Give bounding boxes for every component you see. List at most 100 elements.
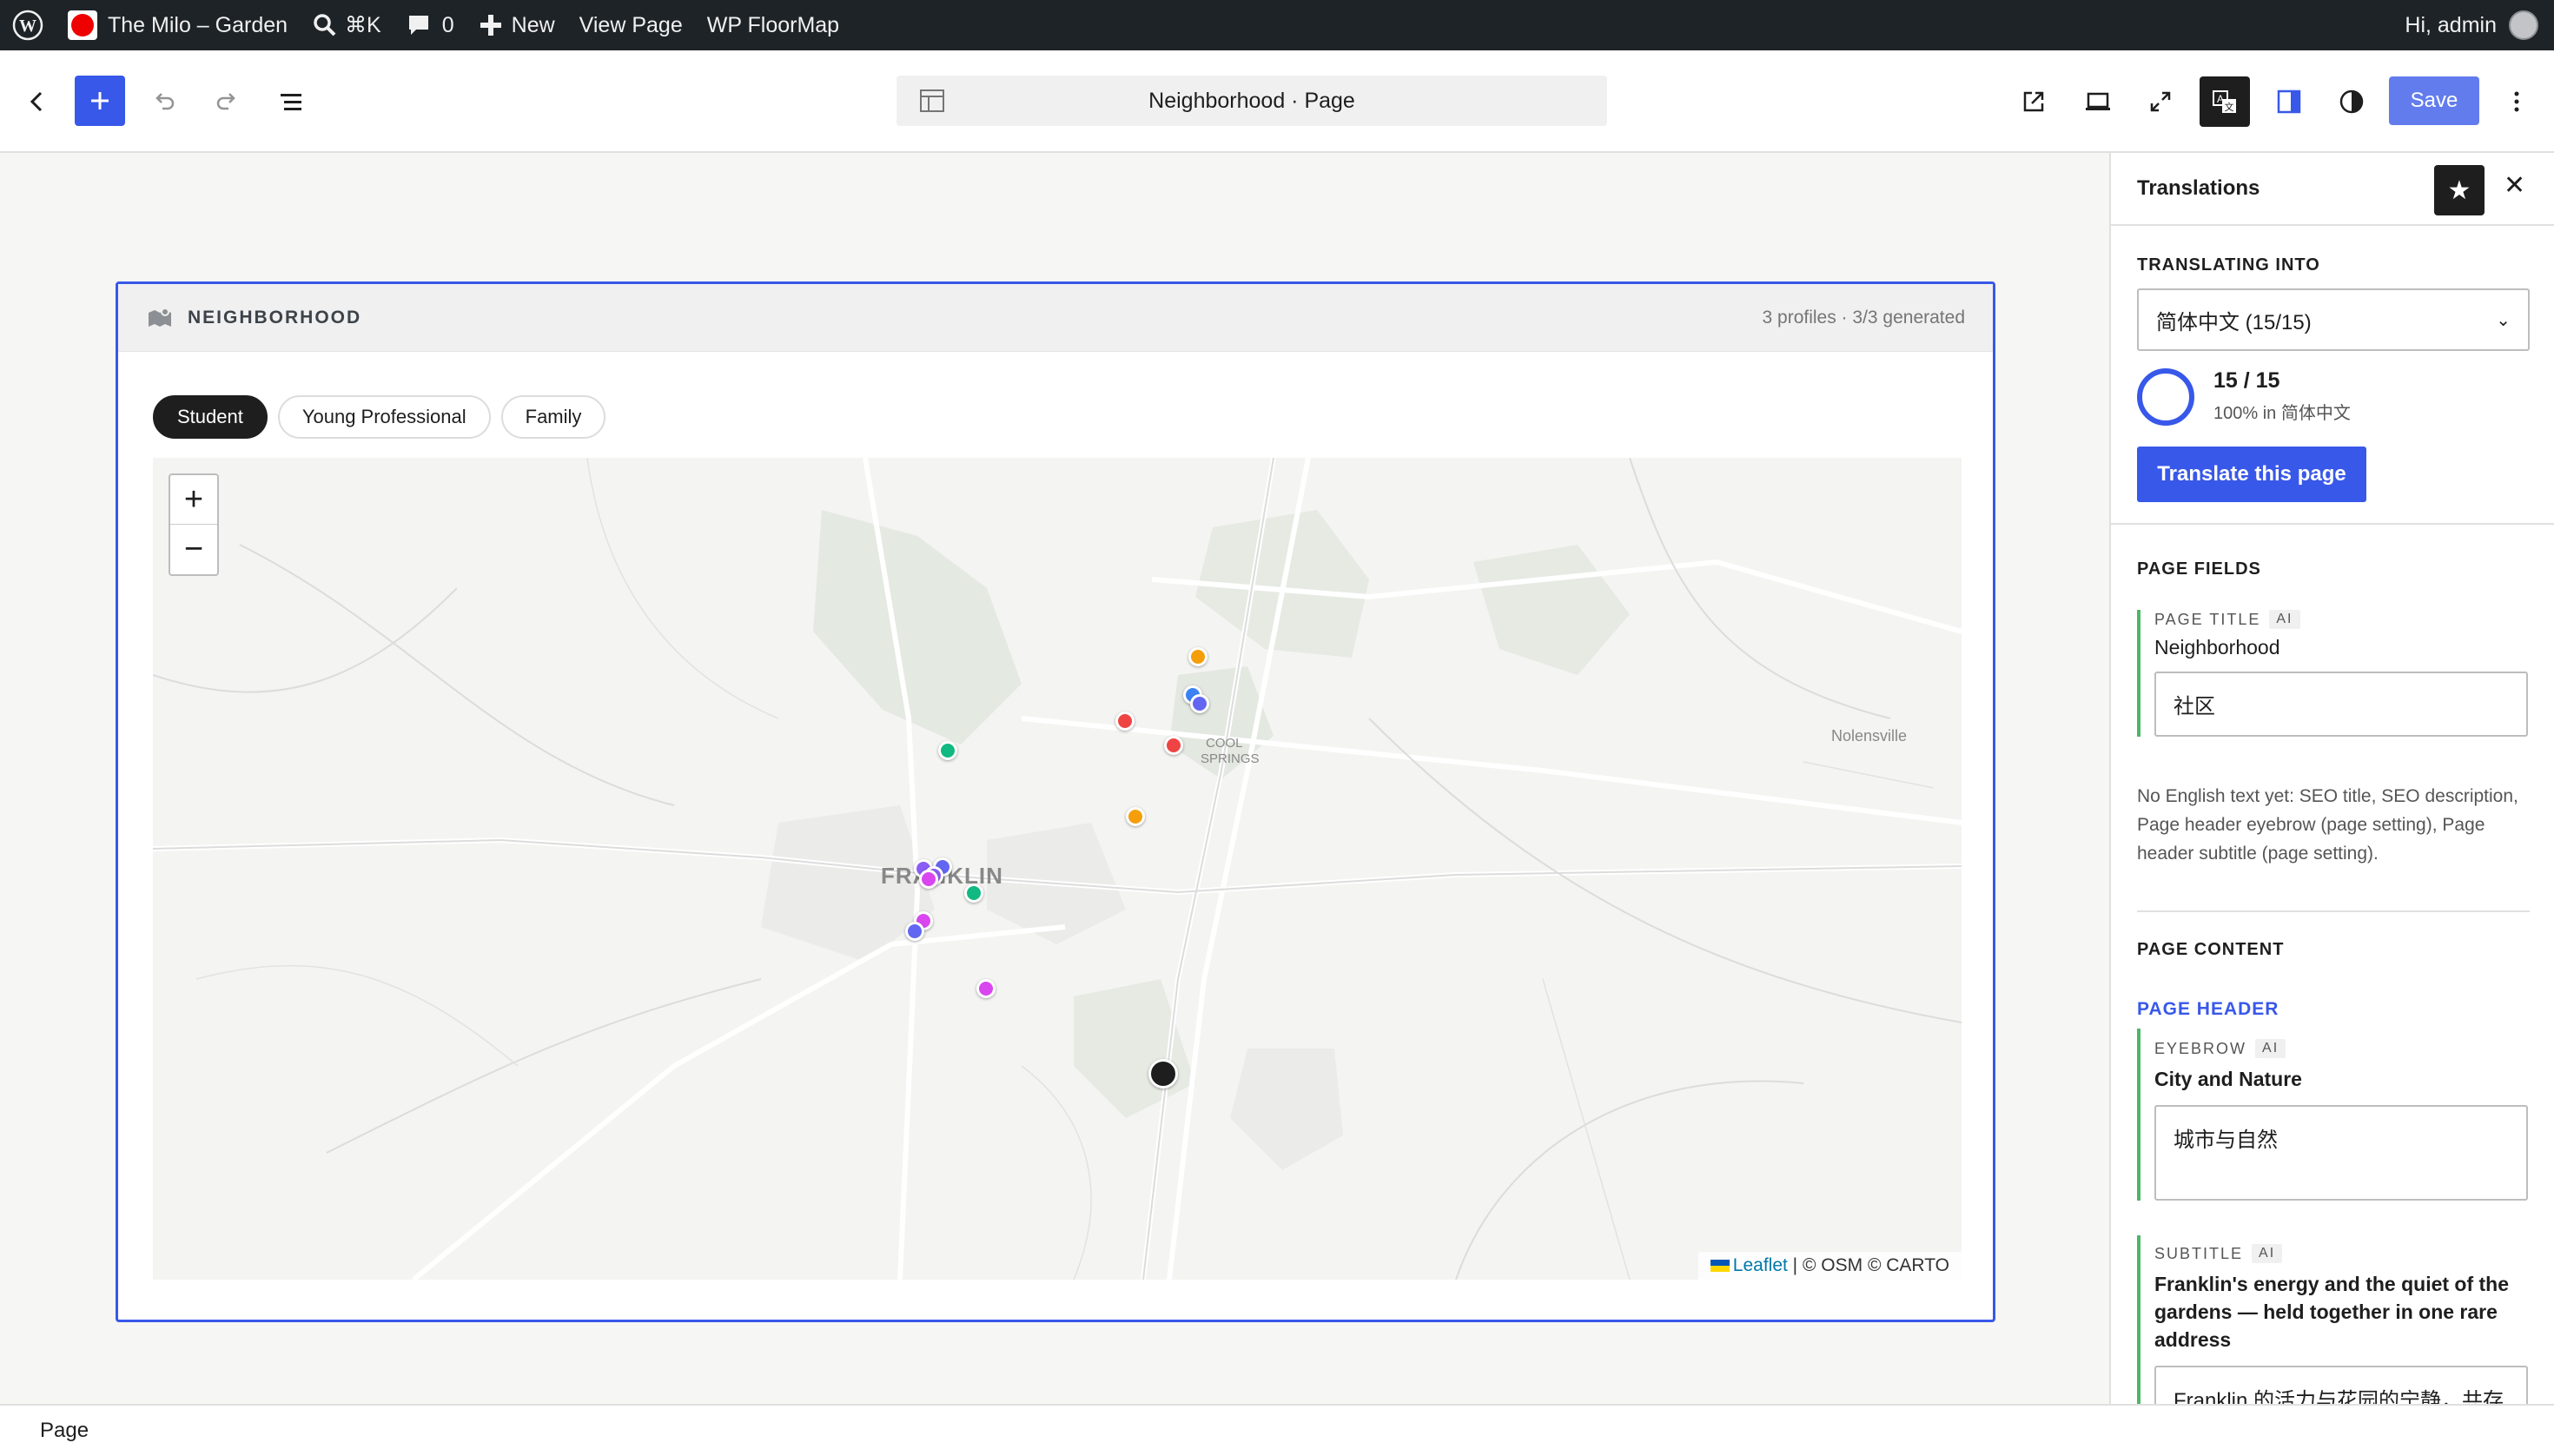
ukraine-flag-icon: [1710, 1260, 1730, 1273]
greeting: Hi, admin: [2405, 12, 2497, 37]
tab-family[interactable]: Family: [500, 395, 606, 439]
site-name-link[interactable]: The Milo – Garden: [56, 0, 300, 50]
map-marker[interactable]: [919, 870, 938, 889]
more-vertical-icon: [2514, 91, 2519, 112]
translate-page-button[interactable]: Translate this page: [2137, 447, 2366, 502]
subtitle-source: Franklin's energy and the quiet of the g…: [2154, 1273, 2510, 1351]
progress-count: 15 / 15: [2213, 368, 2280, 393]
ai-badge: AI: [2269, 610, 2300, 629]
progress-percent: 100% in 简体中文: [2213, 404, 2351, 423]
back-button[interactable]: [12, 76, 63, 127]
map-marker[interactable]: [905, 922, 924, 941]
tab-young-professional[interactable]: Young Professional: [277, 395, 491, 439]
page-title-label: PAGE TITLE: [2154, 610, 2261, 628]
sidebar-icon: [2277, 89, 2301, 114]
editor-footer: Page: [0, 1404, 2554, 1456]
settings-sidebar-button[interactable]: [2264, 76, 2314, 127]
map-zoom-control: + −: [169, 473, 219, 576]
document-bar[interactable]: Neighborhood · Page: [897, 76, 1607, 126]
chevron-left-icon: [30, 91, 43, 112]
chevron-down-icon: ⌄: [2496, 310, 2511, 330]
translating-into-label: TRANSLATING INTO: [2137, 255, 2320, 275]
divider: [2111, 523, 2554, 525]
search-icon: [314, 14, 336, 36]
property-marker[interactable]: [1148, 1059, 1178, 1089]
fullscreen-button[interactable]: [2135, 76, 2186, 127]
map-marker[interactable]: [938, 741, 957, 760]
springs-label-top: COOL: [1206, 736, 1243, 751]
subtitle-label: SUBTITLE: [2154, 1244, 2244, 1262]
eyebrow-translation-input[interactable]: 城市与自然: [2154, 1105, 2528, 1201]
plus-icon: [480, 15, 501, 36]
map-marker[interactable]: [976, 979, 996, 998]
language-value: 简体中文 (15/15): [2156, 310, 2312, 334]
styles-button[interactable]: [2326, 76, 2377, 127]
command-search-button[interactable]: ⌘K: [300, 0, 394, 50]
page-content-label: PAGE CONTENT: [2137, 940, 2285, 959]
my-account-link[interactable]: Hi, admin: [2405, 10, 2554, 40]
avatar: [2509, 10, 2538, 40]
sidebar-title: Translations: [2137, 176, 2260, 200]
map-marker[interactable]: [964, 884, 983, 903]
map-marker[interactable]: [1115, 711, 1135, 731]
save-button[interactable]: Save: [2389, 76, 2479, 125]
map-marker[interactable]: [1188, 647, 1208, 666]
site-icon: [68, 10, 97, 40]
language-select[interactable]: 简体中文 (15/15) ⌄: [2137, 288, 2530, 351]
ai-badge: AI: [2252, 1244, 2283, 1263]
pin-panel-button[interactable]: ★: [2434, 165, 2485, 215]
translations-panel-button[interactable]: A文: [2200, 76, 2250, 127]
eyebrow-label: EYEBROW: [2154, 1039, 2247, 1057]
options-button[interactable]: [2491, 76, 2542, 127]
wordpress-logo-icon[interactable]: W: [0, 0, 56, 50]
page-title-translation-input[interactable]: 社区: [2154, 672, 2528, 737]
floormap-link[interactable]: WP FloorMap: [695, 0, 851, 50]
divider: [2137, 910, 2530, 912]
add-block-button[interactable]: [75, 76, 125, 126]
breadcrumb[interactable]: Page: [40, 1419, 89, 1443]
map-marker[interactable]: [1126, 807, 1145, 826]
view-page-button[interactable]: [2008, 76, 2059, 127]
close-panel-button[interactable]: ✕: [2504, 170, 2525, 201]
new-label: New: [511, 12, 555, 37]
leaflet-link[interactable]: Leaflet: [1733, 1255, 1788, 1275]
map-marker[interactable]: [1164, 736, 1183, 755]
svg-text:文: 文: [2225, 101, 2234, 113]
comment-icon: [408, 16, 428, 35]
view-page-link[interactable]: View Page: [567, 0, 695, 50]
contrast-icon: [2339, 89, 2364, 114]
device-preview-button[interactable]: [2073, 76, 2123, 127]
tab-student[interactable]: Student: [153, 395, 268, 439]
comments-link[interactable]: 0: [394, 0, 466, 50]
svg-text:W: W: [19, 17, 36, 36]
block-header: NEIGHBORHOOD 3 profiles · 3/3 generated: [118, 284, 1993, 352]
subtitle-translation-input[interactable]: Franklin 的活力与花园的宁静，共存: [2154, 1366, 2528, 1404]
zoom-out-button[interactable]: −: [170, 525, 217, 574]
editor-canvas: NEIGHBORHOOD 3 profiles · 3/3 generated …: [0, 153, 2109, 1404]
document-overview-button[interactable]: [266, 76, 316, 127]
eyebrow-field: EYEBROW AI City and Nature 城市与自然: [2137, 1029, 2530, 1201]
undo-icon: [155, 93, 175, 110]
neighborhood-block[interactable]: NEIGHBORHOOD 3 profiles · 3/3 generated …: [116, 281, 1995, 1322]
map-icon: [149, 307, 171, 327]
site-name: The Milo – Garden: [108, 12, 288, 37]
redo-button[interactable]: [202, 76, 252, 127]
page-title-field: PAGE TITLE AI Neighborhood 社区: [2137, 610, 2530, 737]
subtitle-field: SUBTITLE AI Franklin's energy and the qui…: [2137, 1235, 2530, 1404]
plus-icon: [91, 92, 109, 109]
page-header-label[interactable]: PAGE HEADER: [2137, 999, 2279, 1020]
document-title: Neighborhood · Page: [1148, 88, 1355, 113]
fullscreen-icon: [2150, 91, 2171, 112]
page-title-source: Neighborhood: [2154, 636, 2280, 659]
profile-tabs: Student Young Professional Family: [153, 395, 606, 439]
block-meta: 3 profiles · 3/3 generated: [1762, 307, 1965, 328]
comments-count: 0: [441, 12, 454, 37]
undo-button[interactable]: [139, 76, 189, 127]
sidebar-header: Translations: [2111, 153, 2554, 226]
editor-header: Neighborhood · Page A文 Save: [0, 50, 2554, 153]
zoom-in-button[interactable]: +: [170, 475, 217, 525]
new-content-link[interactable]: New: [466, 0, 567, 50]
neighborhood-map[interactable]: + − Nolensville COOL SPRINGS FRANKLIN: [153, 458, 1962, 1280]
translate-icon: A文: [2213, 90, 2236, 113]
map-marker[interactable]: [1190, 694, 1209, 713]
